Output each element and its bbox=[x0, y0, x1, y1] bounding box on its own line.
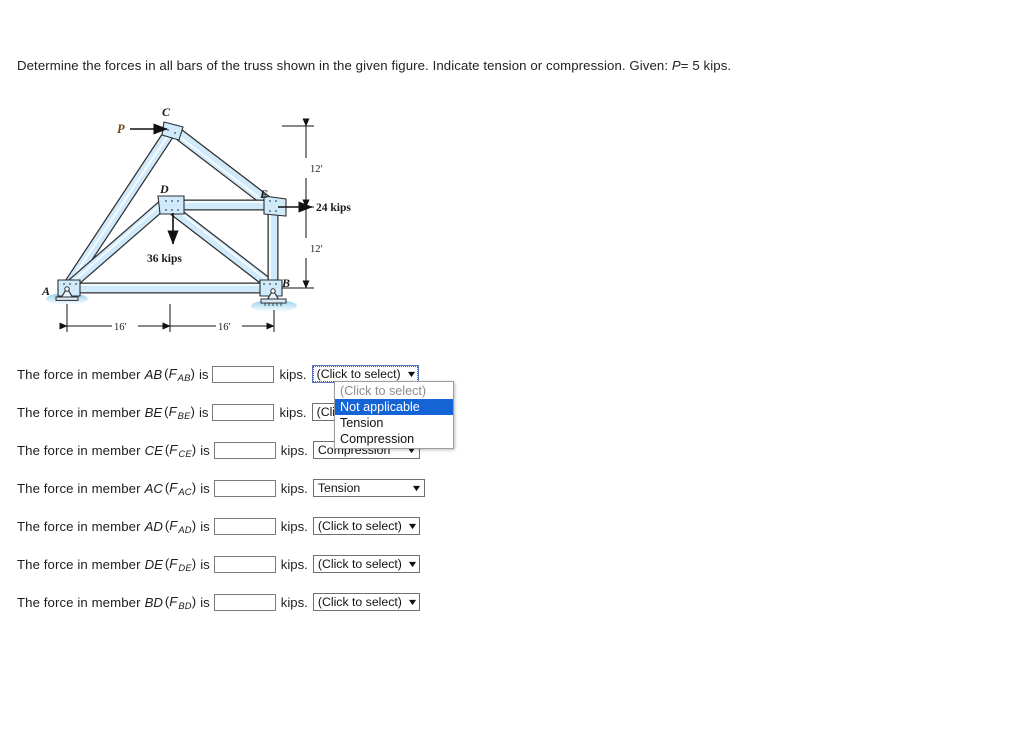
load-label-p: P bbox=[117, 122, 125, 136]
is-word-ce: is bbox=[200, 442, 210, 458]
tension-compression-select-bd[interactable]: (Click to select) ▼ bbox=[312, 593, 420, 611]
dropdown-option-click-to-select[interactable]: (Click to select) bbox=[335, 383, 453, 399]
member-name-ac: AC bbox=[144, 480, 163, 496]
dropdown-option-tension[interactable]: Tension bbox=[335, 415, 453, 431]
chevron-down-icon: ▼ bbox=[410, 482, 423, 493]
node-label-d: D bbox=[159, 182, 169, 196]
problem-statement-text: Determine the forces in all bars of the … bbox=[17, 58, 672, 73]
member-name-ab: AB bbox=[144, 366, 163, 382]
force-input-ab[interactable] bbox=[212, 365, 275, 383]
dimension-right-upper: 12′ bbox=[310, 164, 323, 175]
truss-figure: P 24 kips 36 kips C D E A B 12′ 12′ 16′ … bbox=[20, 100, 370, 345]
member-name-be: BE bbox=[144, 404, 163, 420]
dropdown-option-list[interactable]: (Click to select) Not applicable Tension… bbox=[334, 381, 454, 449]
tension-compression-select-de[interactable]: (Click to select) ▼ bbox=[312, 555, 420, 573]
units-label-ac: kips. bbox=[280, 480, 308, 496]
force-input-ce[interactable] bbox=[213, 441, 276, 459]
units-label-de: kips. bbox=[280, 556, 308, 572]
units-label-ab: kips. bbox=[279, 366, 307, 382]
force-input-bd[interactable] bbox=[213, 593, 276, 611]
question-lead-ab: The force in member bbox=[17, 366, 141, 382]
tension-compression-select-ad[interactable]: (Click to select) ▼ bbox=[312, 517, 420, 535]
chevron-down-icon: ▼ bbox=[406, 558, 419, 569]
member-name-bd: BD bbox=[144, 594, 163, 610]
question-row-de: The force in member DE (FDE) is kips. (C… bbox=[17, 553, 420, 575]
question-row-ad: The force in member AD (FAD) is kips. (C… bbox=[17, 515, 420, 537]
force-input-de[interactable] bbox=[213, 555, 276, 573]
question-lead-bd: The force in member bbox=[17, 594, 141, 610]
member-name-de: DE bbox=[144, 556, 163, 572]
is-word-de: is bbox=[200, 556, 210, 572]
force-input-ad[interactable] bbox=[213, 517, 276, 535]
dropdown-option-not-applicable[interactable]: Not applicable bbox=[335, 399, 453, 415]
force-symbol-group-ab: (FAB) bbox=[164, 365, 195, 383]
question-lead-ad: The force in member bbox=[17, 518, 141, 534]
force-input-be[interactable] bbox=[212, 403, 275, 421]
chevron-down-icon: ▼ bbox=[406, 520, 419, 531]
chevron-down-icon: ▼ bbox=[406, 596, 419, 607]
is-word-bd: is bbox=[200, 594, 210, 610]
dimension-bottom-left: 16′ bbox=[114, 322, 127, 333]
units-label-bd: kips. bbox=[280, 594, 308, 610]
force-symbol-group-bd: (FBD) bbox=[164, 593, 197, 611]
dimension-right-lower: 12′ bbox=[310, 244, 323, 255]
units-label-be: kips. bbox=[279, 404, 307, 420]
units-label-ce: kips. bbox=[280, 442, 308, 458]
question-row-ac: The force in member AC (FAC) is kips. Te… bbox=[17, 477, 425, 499]
force-symbol-group-be: (FBE) bbox=[164, 403, 195, 421]
given-value: = 5 kips. bbox=[680, 58, 732, 73]
load-label-36kips: 36 kips bbox=[147, 253, 182, 265]
member-name-ad: AD bbox=[144, 518, 163, 534]
question-lead-be: The force in member bbox=[17, 404, 141, 420]
load-label-24kips: 24 kips bbox=[316, 202, 351, 214]
is-word-ab: is bbox=[198, 366, 209, 382]
problem-statement: Determine the forces in all bars of the … bbox=[17, 58, 731, 73]
chevron-down-icon: ▼ bbox=[405, 368, 418, 379]
dropdown-option-compression[interactable]: Compression bbox=[335, 431, 453, 447]
node-label-a: A bbox=[41, 284, 50, 298]
force-symbol-group-de: (FDE) bbox=[164, 555, 197, 573]
question-lead-de: The force in member bbox=[17, 556, 141, 572]
is-word-be: is bbox=[198, 404, 209, 420]
units-label-ad: kips. bbox=[280, 518, 308, 534]
dimension-bottom-right: 16′ bbox=[218, 322, 231, 333]
force-input-ac[interactable] bbox=[213, 479, 276, 497]
is-word-ac: is bbox=[200, 480, 210, 496]
tension-compression-select-ac[interactable]: Tension ▼ bbox=[312, 479, 425, 497]
force-symbol-group-ad: (FAD) bbox=[164, 517, 197, 535]
question-lead-ce: The force in member bbox=[17, 442, 141, 458]
question-row-bd: The force in member BD (FBD) is kips. (C… bbox=[17, 591, 420, 613]
member-name-ce: CE bbox=[144, 442, 163, 458]
node-label-e: E bbox=[259, 187, 268, 201]
given-symbol-p: P bbox=[671, 58, 681, 73]
force-symbol-group-ce: (FCE) bbox=[164, 441, 197, 459]
force-symbol-group-ac: (FAC) bbox=[164, 479, 197, 497]
node-label-c: C bbox=[162, 105, 171, 119]
question-lead-ac: The force in member bbox=[17, 480, 141, 496]
is-word-ad: is bbox=[200, 518, 210, 534]
